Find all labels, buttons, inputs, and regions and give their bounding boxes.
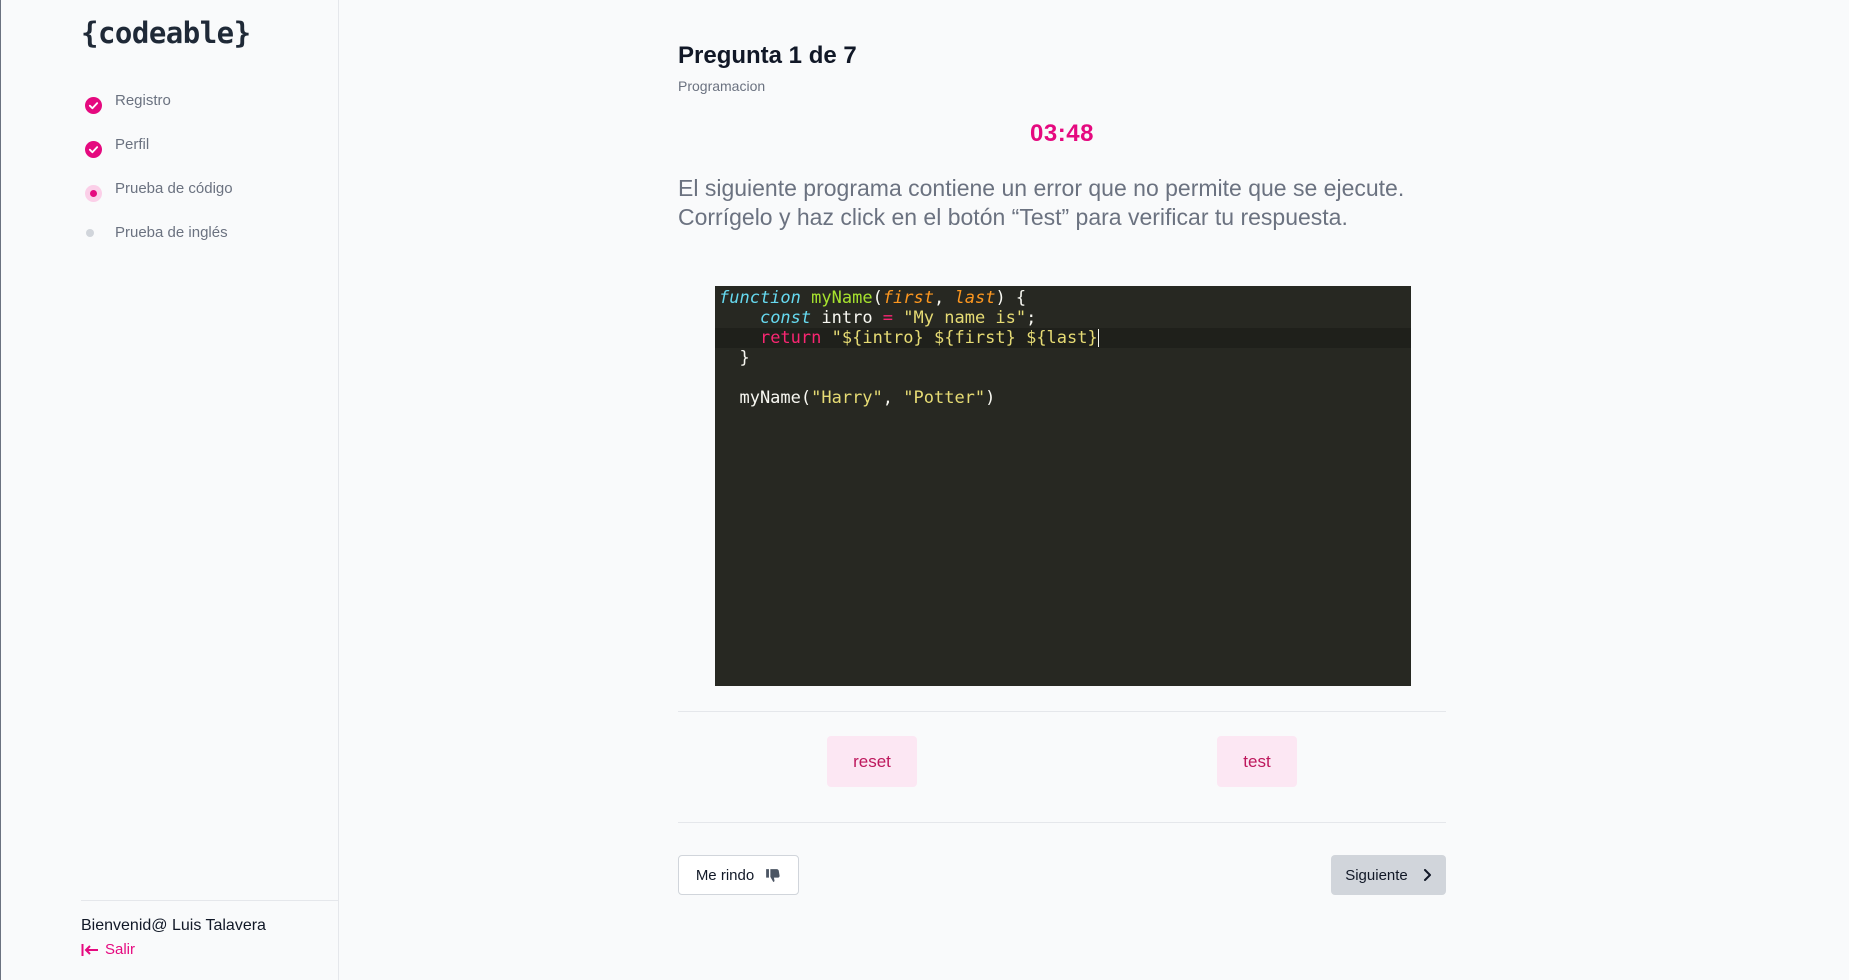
step-label: Perfil (115, 136, 150, 153)
sidebar-footer: Bienvenid@ Luis Talavera Salir (81, 900, 339, 958)
code-line: } (719, 348, 750, 368)
code-editor[interactable]: function myName(first, last) { const int… (715, 286, 1411, 686)
chevron-right-icon (1423, 869, 1431, 881)
check-circle-icon (85, 141, 102, 158)
question-title: Pregunta 1 de 7 (678, 42, 857, 69)
check-circle-icon (85, 97, 102, 114)
sidebar: {codeable} Registro Perfil Prueba de cód… (1, 0, 339, 980)
step-label: Prueba de inglés (115, 224, 228, 241)
code-line: const intro = "My name is"; (759, 308, 1037, 328)
next-label: Siguiente (1345, 866, 1408, 884)
code-line: function myName(first, last) { (719, 288, 1027, 308)
codeable-logo[interactable]: {codeable} (81, 16, 251, 50)
divider (678, 822, 1446, 823)
welcome-text: Bienvenid@ Luis Talavera (81, 917, 266, 934)
divider (678, 711, 1446, 712)
app-window: {codeable} Registro Perfil Prueba de cód… (0, 0, 1849, 980)
countdown-timer: 03:48 (1030, 120, 1094, 147)
step-label: Registro (115, 92, 171, 109)
code-line: myName("Harry", "Potter") (719, 388, 996, 408)
logout-link[interactable]: Salir (81, 941, 339, 958)
logout-arrow-icon (81, 943, 98, 956)
code-line: return "${intro} ${first} ${last} (715, 328, 1411, 348)
give-up-button[interactable]: Me rindo (678, 855, 799, 895)
question-prompt: El siguiente programa contiene un error … (678, 175, 1405, 230)
logout-label: Salir (105, 941, 136, 958)
thumbs-down-icon (766, 868, 780, 882)
reset-button[interactable]: reset (827, 736, 917, 787)
text-cursor (1097, 329, 1099, 347)
pending-step-icon (86, 229, 94, 237)
current-step-icon (85, 185, 102, 202)
next-button[interactable]: Siguiente (1331, 855, 1446, 895)
give-up-label: Me rindo (695, 866, 755, 884)
test-button[interactable]: test (1217, 736, 1297, 787)
step-label: Prueba de código (115, 180, 233, 197)
question-category: Programacion (678, 78, 766, 94)
